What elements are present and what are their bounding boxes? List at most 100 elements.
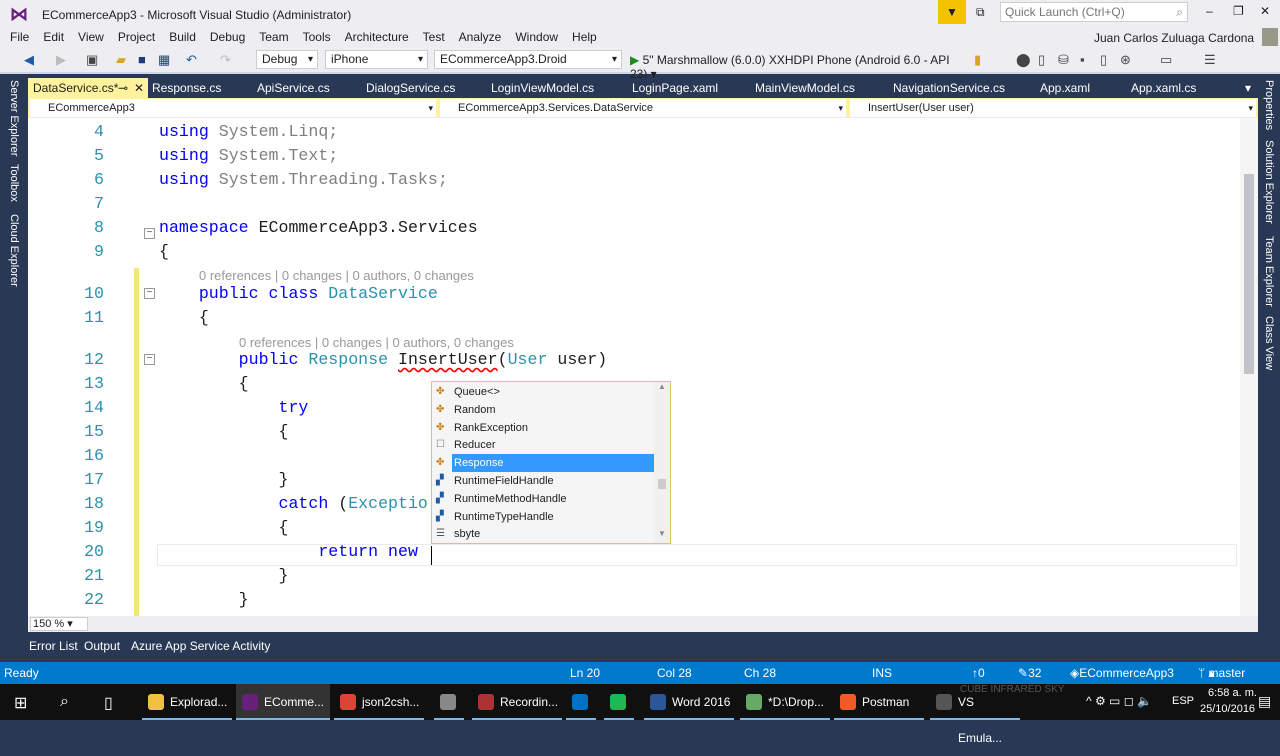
code-line[interactable]: { (159, 518, 288, 537)
completion-item[interactable]: RuntimeTypeHandle (434, 508, 656, 526)
codelens[interactable]: 0 references | 0 changes | 0 authors, 0 … (199, 268, 474, 283)
clock-date[interactable]: 25/10/2016 (1200, 703, 1255, 715)
start-debug-button[interactable]: ▶ 5" Marshmallow (6.0.0) XXHDPI Phone (A… (630, 53, 962, 81)
taskbar-app[interactable]: Postman (834, 684, 924, 720)
code-line[interactable]: { (159, 422, 288, 441)
user-name[interactable]: Juan Carlos Zuluaga Cardona (1094, 31, 1254, 45)
menu-analyze[interactable]: Analyze (459, 30, 502, 44)
undo-icon[interactable]: ↶ (186, 52, 197, 68)
tab-output[interactable]: Output (84, 638, 120, 654)
completion-item[interactable]: Random (434, 401, 656, 419)
menu-help[interactable]: Help (572, 30, 597, 44)
restore-button[interactable]: ❐ (1233, 4, 1244, 18)
menu-tools[interactable]: Tools (303, 30, 331, 44)
taskbar-app[interactable] (604, 684, 634, 720)
member-dropdown[interactable]: InsertUser(User user) (850, 99, 1256, 117)
task-view-icon[interactable]: ▯ (104, 693, 113, 713)
code-line[interactable]: } (159, 566, 288, 585)
tray-icons[interactable]: ^ ⚙ ▭ ◻ 🔈 (1086, 694, 1152, 708)
tab-dataservice[interactable]: DataService.cs* ⊸ ✕ (28, 78, 148, 98)
code-line[interactable]: using System.Threading.Tasks; (159, 170, 448, 189)
taskbar-app[interactable]: *D:\Drop... (740, 684, 830, 720)
new-project-icon[interactable]: ▣ (86, 52, 98, 68)
code-line[interactable]: public class DataService (159, 284, 438, 303)
forward-icon[interactable]: ▶ (56, 52, 66, 68)
redo-icon[interactable]: ↷ (220, 52, 231, 68)
quick-launch-input[interactable]: Quick Launch (Ctrl+Q) ⌕ (1000, 2, 1188, 22)
find-icon[interactable]: ▮ (974, 52, 981, 68)
completion-item[interactable]: sbyte (434, 525, 656, 543)
editor-vertical-scrollbar[interactable] (1240, 118, 1258, 616)
menu-file[interactable]: File (10, 30, 29, 44)
collapse-icon[interactable]: − (144, 228, 155, 239)
completion-item[interactable]: Reducer (434, 436, 656, 454)
completion-item[interactable]: Queue<> (434, 383, 656, 401)
input-language[interactable]: ESP (1172, 695, 1194, 707)
tab-overflow-icon[interactable]: ▾ (1240, 78, 1251, 98)
menu-architecture[interactable]: Architecture (345, 30, 409, 44)
menu-test[interactable]: Test (423, 30, 445, 44)
code-line[interactable]: { (159, 242, 169, 261)
branch[interactable]: ᛘ master ▴ (1198, 662, 1245, 684)
completion-item[interactable]: Response (452, 454, 655, 473)
tab-loginviewmodel[interactable]: LoginViewModel.cs (486, 78, 594, 98)
search-icon[interactable]: ⌕ (60, 693, 69, 711)
code-line[interactable]: { (159, 374, 249, 393)
completion-item[interactable]: RuntimeMethodHandle (434, 490, 656, 508)
tab-response[interactable]: Response.cs (147, 78, 221, 98)
tab-app-xaml[interactable]: App.xaml (1035, 78, 1090, 98)
taskbar-app[interactable] (566, 684, 596, 720)
tab-error-list[interactable]: Error List (29, 638, 78, 654)
pending-changes[interactable]: ✎ 32 (1018, 662, 1041, 684)
codelens[interactable]: 0 references | 0 changes | 0 authors, 0 … (239, 335, 514, 350)
properties-tab[interactable]: Properties (1263, 80, 1275, 130)
server-explorer-tab[interactable]: Server Explorer (8, 80, 20, 156)
collapse-icon[interactable]: − (144, 288, 155, 299)
notifications-flag-icon[interactable]: ▼ (938, 0, 966, 24)
tab-app-xaml-cs[interactable]: App.xaml.cs (1126, 78, 1196, 98)
code-line[interactable]: using System.Linq; (159, 122, 338, 141)
tab-apiservice[interactable]: ApiService.cs (252, 78, 330, 98)
terminal-icon[interactable]: ▪ (1080, 52, 1085, 67)
menu-debug[interactable]: Debug (210, 30, 245, 44)
taskbar-app[interactable]: EComme... (236, 684, 330, 720)
tab-navigationservice[interactable]: NavigationService.cs (888, 78, 1005, 98)
code-line[interactable]: } (159, 590, 249, 609)
code-line[interactable]: namespace ECommerceApp3.Services (159, 218, 478, 237)
minimize-button[interactable]: ‒ (1206, 4, 1213, 18)
open-file-icon[interactable]: ▰ (116, 52, 126, 68)
save-icon[interactable]: ■ (138, 52, 146, 67)
tab-dialogservice[interactable]: DialogService.cs (361, 78, 455, 98)
monitor-icon[interactable]: ▭ (1160, 52, 1172, 68)
avatar[interactable] (1262, 28, 1278, 46)
android-sdk-icon[interactable]: ⛁ (1058, 52, 1069, 68)
code-line[interactable]: { (159, 308, 209, 327)
platform-dropdown[interactable]: iPhone (325, 50, 428, 69)
device-icon[interactable]: ▯ (1038, 52, 1045, 68)
taskbar-app[interactable]: json2csh... (334, 684, 424, 720)
solution-explorer-tab[interactable]: Solution Explorer (1263, 140, 1275, 224)
settings-icon[interactable]: ⊛ (1120, 52, 1131, 68)
tab-loginpage[interactable]: LoginPage.xaml (627, 78, 718, 98)
cloud-explorer-tab[interactable]: Cloud Explorer (8, 214, 20, 287)
pin-icon[interactable]: ⊸ (118, 78, 128, 98)
toolbox-tab[interactable]: Toolbox (8, 164, 20, 202)
record-icon[interactable]: ⬤ (1016, 52, 1031, 68)
repository[interactable]: ◈ ECommerceApp3 (1070, 662, 1174, 684)
code-line[interactable]: try (159, 398, 309, 417)
completion-item[interactable]: RuntimeFieldHandle (434, 472, 656, 490)
project-dropdown[interactable]: ECommerceApp3 (30, 99, 436, 117)
emulator-icon[interactable]: ▯ (1100, 52, 1107, 68)
clock-time[interactable]: 6:58 a. m. (1208, 687, 1257, 699)
close-button[interactable]: ✕ (1260, 4, 1270, 18)
completion-list[interactable]: Queue<> ✤ Random ✤ RankException ✤ Reducer ☐ Res… (431, 381, 671, 544)
code-line[interactable]: catch (Exceptio (159, 494, 428, 513)
configuration-dropdown[interactable]: Debug (256, 50, 318, 69)
type-dropdown[interactable]: ECommerceApp3.Services.DataService (440, 99, 846, 117)
team-explorer-tab[interactable]: Team Explorer (1263, 236, 1275, 307)
tab-azure-activity[interactable]: Azure App Service Activity (131, 638, 270, 654)
back-icon[interactable]: ◀ (24, 52, 34, 68)
code-line[interactable]: using System.Text; (159, 146, 338, 165)
taskbar-app[interactable]: Word 2016 (644, 684, 734, 720)
menu-window[interactable]: Window (515, 30, 558, 44)
